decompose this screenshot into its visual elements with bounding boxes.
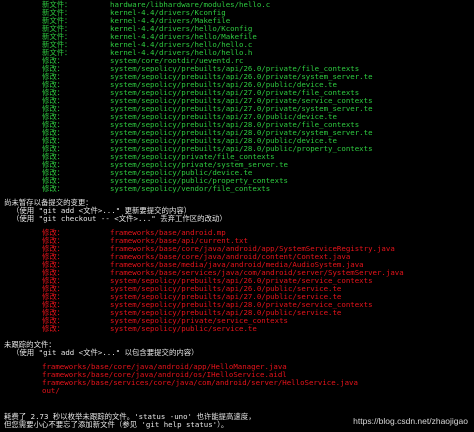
hint-text: （使用 "git checkout -- <文件>..." 丢弃工作区的改动） [12, 214, 227, 223]
file-path: system/sepolicy/public/service.te [110, 324, 257, 333]
file-path: out/ [42, 386, 60, 395]
watermark-url: https://blog.csdn.net/zhaojigao [353, 416, 468, 426]
file-path: frameworks/base/services/core/java/com/a… [42, 378, 358, 387]
footer-text: 但您需要小心不要忘了添加新文件（参见 'git help status'）。 [4, 420, 229, 429]
status-label: 修改： [42, 184, 65, 193]
hint-text: （使用 "git add <文件>..." 以包含要提交的内容） [12, 348, 199, 357]
status-label: 修改： [42, 324, 65, 333]
terminal-output: 新文件： hardware/libhardware/modules/hello.c… [0, 0, 474, 432]
file-path: system/sepolicy/vendor/file_contexts [110, 184, 271, 193]
